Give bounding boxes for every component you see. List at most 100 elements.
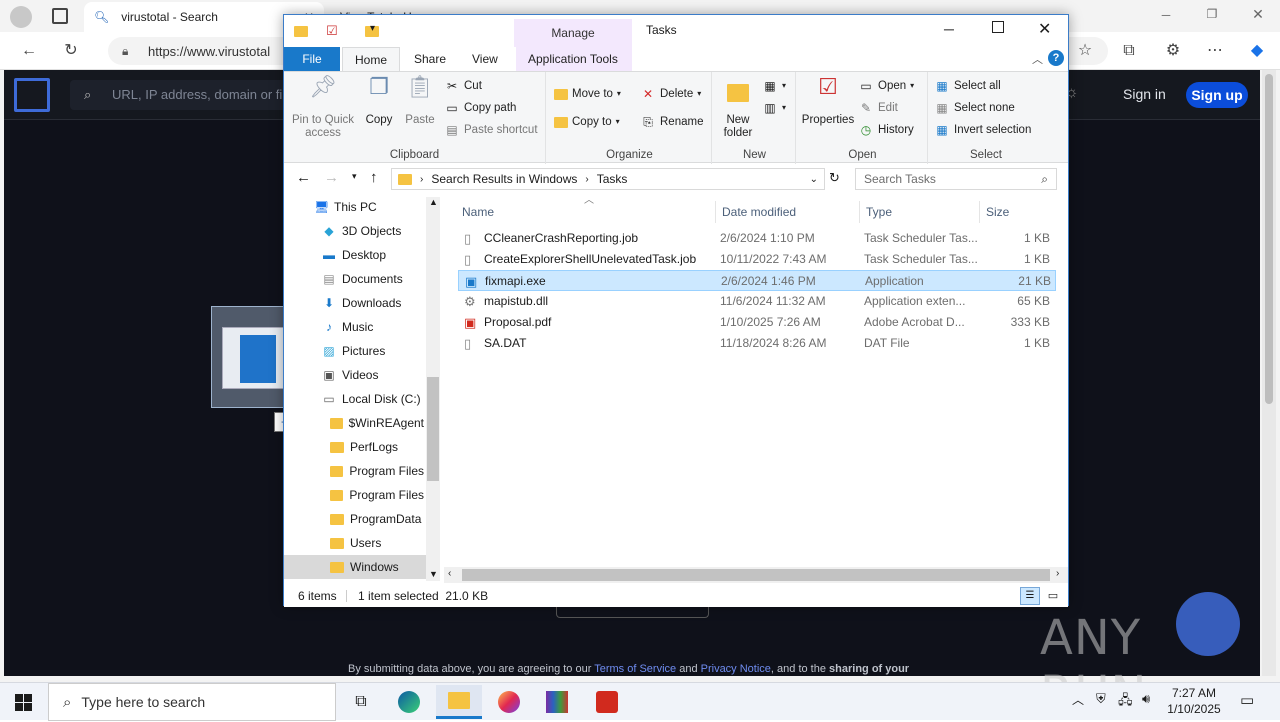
- file-row[interactable]: ▣ fixmapi.exe 2/6/2024 1:46 PM Application 2…: [458, 270, 1056, 291]
- edit-button[interactable]: ✎ Edit: [858, 98, 898, 118]
- open-button[interactable]: ▭ Open ▾: [858, 76, 914, 96]
- column-name[interactable]: Name: [458, 201, 716, 223]
- notifications-icon[interactable]: ▭: [1240, 691, 1254, 709]
- move-to-button[interactable]: Move to ▾: [554, 84, 621, 104]
- tos-link[interactable]: Terms of Service: [594, 663, 676, 675]
- nav-item[interactable]: PerfLogs: [330, 435, 424, 459]
- nav-item[interactable]: Windows: [284, 555, 426, 579]
- extensions-icon[interactable]: ⚙: [1162, 40, 1184, 62]
- refresh-icon[interactable]: ↻: [60, 40, 82, 62]
- clock[interactable]: 7:27 AM 1/10/2025: [1166, 685, 1222, 717]
- start-button[interactable]: [0, 685, 46, 719]
- vt-sign-up-button[interactable]: Sign up: [1186, 82, 1248, 108]
- path-dropdown-icon[interactable]: ⌄: [810, 174, 818, 185]
- favorite-icon[interactable]: ☆: [1074, 40, 1096, 62]
- manage-tab[interactable]: Manage: [514, 19, 632, 47]
- scroll-down-icon[interactable]: ▼: [429, 569, 438, 579]
- tab-view[interactable]: View: [460, 47, 510, 71]
- restore-icon[interactable]: ❐: [1202, 7, 1222, 21]
- back-arrow-icon[interactable]: ←: [296, 169, 311, 186]
- copy-button[interactable]: ❐ Copy: [360, 76, 398, 127]
- minimize-icon[interactable]: ─: [1156, 8, 1176, 22]
- file-row[interactable]: ▯ CCleanerCrashReporting.job 2/6/2024 1:10…: [458, 228, 1056, 249]
- vt-search-box[interactable]: ⌕ URL, IP address, domain or fi: [70, 80, 300, 110]
- scroll-up-icon[interactable]: ▲: [429, 197, 438, 207]
- scroll-right-icon[interactable]: ›: [1056, 568, 1059, 579]
- close-icon[interactable]: ✕: [1248, 6, 1268, 23]
- help-icon[interactable]: ?: [1048, 50, 1064, 66]
- forward-arrow-icon[interactable]: →: [324, 169, 339, 186]
- refresh-path-icon[interactable]: ↻: [829, 170, 840, 186]
- file-row[interactable]: ▯ SA.DAT 11/18/2024 8:26 AM DAT File 1 KB: [458, 333, 1056, 354]
- invert-selection-button[interactable]: ▦ Invert selection: [934, 120, 1031, 140]
- file-row[interactable]: ▯ CreateExplorerShellUnelevatedTask.job 10…: [458, 249, 1056, 270]
- hscroll-thumb[interactable]: [462, 569, 1050, 581]
- path-segment[interactable]: Search Results in Windows: [431, 172, 577, 186]
- network-icon[interactable]: 🖧︎: [1118, 691, 1133, 713]
- collections-icon[interactable]: ⧉: [1118, 40, 1140, 62]
- large-icons-view-icon[interactable]: ▭: [1044, 587, 1062, 605]
- copy-to-button[interactable]: Copy to ▾: [554, 112, 620, 132]
- nav-item[interactable]: ♪ Music: [322, 315, 424, 339]
- select-all-button[interactable]: ▦ Select all: [934, 76, 1000, 96]
- back-icon[interactable]: ←: [18, 40, 40, 62]
- vt-logo-icon[interactable]: [14, 78, 50, 112]
- nav-item[interactable]: Users: [330, 531, 424, 555]
- search-tasks-input[interactable]: Search Tasks ⌕: [855, 168, 1057, 190]
- nav-item[interactable]: ProgramData: [330, 507, 424, 531]
- file-row[interactable]: ⚙ mapistub.dll 11/6/2024 11:32 AM Applicati…: [458, 291, 1056, 312]
- new-folder-button[interactable]: New folder: [716, 80, 760, 140]
- firefox-icon[interactable]: [486, 685, 532, 719]
- show-hidden-icons[interactable]: ︿: [1072, 691, 1084, 708]
- column-size[interactable]: Size: [982, 201, 1056, 223]
- nav-item[interactable]: ⬇ Downloads: [322, 291, 424, 315]
- nav-item[interactable]: Program Files: [330, 483, 424, 507]
- nav-item[interactable]: Program Files: [330, 459, 424, 483]
- scrollbar-thumb[interactable]: [1265, 74, 1273, 404]
- properties-qa-icon[interactable]: ☑: [326, 23, 338, 39]
- tab-share[interactable]: Share: [402, 47, 458, 71]
- nav-item[interactable]: $WinREAgent: [330, 411, 424, 435]
- task-view-icon[interactable]: ⧉: [338, 685, 384, 719]
- delete-button[interactable]: ✕ Delete ▾: [640, 84, 701, 104]
- taskbar-search-box[interactable]: ⌕ Type here to search: [48, 683, 336, 721]
- path-segment[interactable]: Tasks: [597, 172, 628, 186]
- profile-avatar[interactable]: [10, 6, 32, 28]
- easy-access-button[interactable]: ▥ ▾: [762, 98, 786, 118]
- ribbon-collapse-icon[interactable]: ︿: [1032, 51, 1043, 67]
- recent-dropdown-icon[interactable]: ▾: [352, 171, 357, 182]
- column-type[interactable]: Type: [862, 201, 980, 223]
- new-item-button[interactable]: ▦ ▾: [762, 76, 786, 96]
- tab-home[interactable]: Home: [342, 47, 401, 71]
- tab-actions-icon[interactable]: [52, 8, 68, 24]
- nav-item[interactable]: ▨ Pictures: [322, 339, 424, 363]
- copy-path-button[interactable]: ▭ Copy path: [444, 98, 516, 118]
- address-path[interactable]: › Search Results in Windows › Tasks ⌄: [391, 168, 825, 190]
- nav-item[interactable]: ▤ Documents: [322, 267, 424, 291]
- nav-item[interactable]: ▣ Videos: [322, 363, 424, 387]
- details-view-icon[interactable]: ☰: [1020, 587, 1040, 605]
- column-date-modified[interactable]: Date modified: [718, 201, 860, 223]
- rename-button[interactable]: ⎘ Rename: [640, 112, 703, 132]
- edge-icon[interactable]: [386, 685, 432, 719]
- cut-button[interactable]: ✂ Cut: [444, 76, 482, 96]
- file-explorer-icon[interactable]: [436, 685, 482, 719]
- scroll-left-icon[interactable]: ‹: [448, 568, 451, 579]
- pin-quick-access-button[interactable]: 📌︎ Pin to Quick access: [288, 76, 358, 140]
- nav-scrollbar-thumb[interactable]: [427, 377, 439, 481]
- file-row[interactable]: ▣ Proposal.pdf 1/10/2025 7:26 AM Adobe Acro…: [458, 312, 1056, 333]
- acrobat-icon[interactable]: [584, 685, 630, 719]
- nav-item[interactable]: ▬ Desktop: [322, 243, 424, 267]
- explorer-close-icon[interactable]: ✕: [1038, 19, 1051, 39]
- history-button[interactable]: ◷ History: [858, 120, 914, 140]
- explorer-maximize-icon[interactable]: [992, 21, 1004, 33]
- shield-tray-icon[interactable]: ⛨: [1096, 691, 1106, 707]
- copilot-icon[interactable]: ◆: [1246, 40, 1268, 62]
- horizontal-scrollbar[interactable]: ‹ ›: [444, 567, 1068, 583]
- winrar-icon[interactable]: [534, 685, 580, 719]
- qa-dropdown-icon[interactable]: ▾: [370, 23, 375, 34]
- vt-sign-in[interactable]: Sign in: [1123, 86, 1166, 102]
- select-none-button[interactable]: ▦ Select none: [934, 98, 1014, 118]
- up-arrow-icon[interactable]: ↑: [370, 169, 378, 186]
- nav-item[interactable]: ▭ Local Disk (C:): [322, 387, 424, 411]
